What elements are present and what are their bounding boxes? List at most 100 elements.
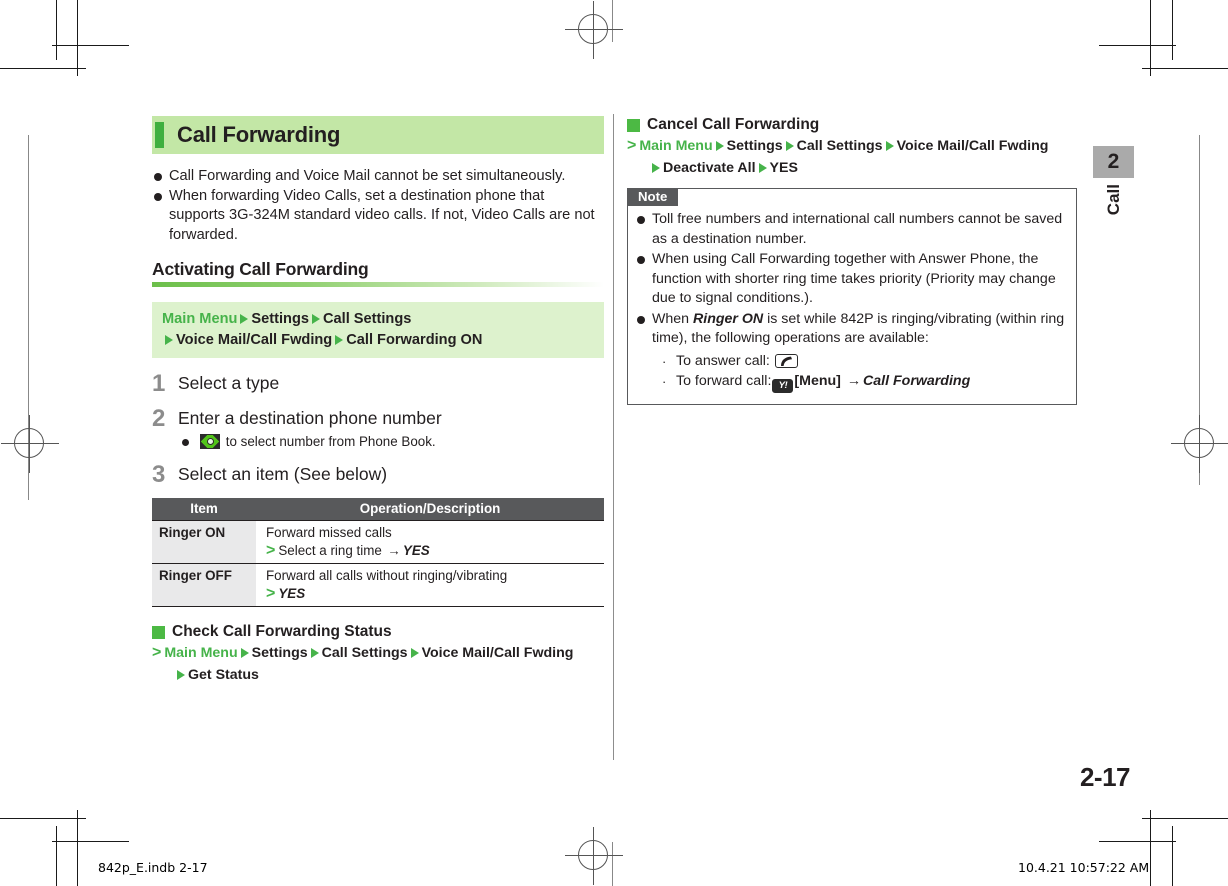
intro-bullet-text: When forwarding Video Calls, set a desti…	[169, 187, 595, 243]
green-square-icon	[627, 118, 640, 132]
arrow-right-icon: →	[846, 373, 862, 389]
step-3: 3 Select an item (See below)	[152, 461, 604, 488]
step-1: 1 Select a type	[152, 370, 604, 397]
bullet-dot-icon	[154, 192, 162, 201]
list-item: When Ringer ON is set while 842P is ring…	[636, 310, 1066, 393]
list-item: · To answer call:	[660, 352, 1056, 372]
bullet-dot-icon	[637, 315, 645, 324]
section-heading-rule	[152, 282, 604, 287]
section-heading: Activating Call Forwarding	[152, 259, 369, 279]
nav-path-step: Call Settings	[322, 311, 412, 327]
arrow-right-icon: →	[387, 542, 401, 558]
chevron-right-icon	[652, 163, 660, 173]
subitem-label: To answer call:	[676, 352, 770, 369]
chevron-right-icon	[785, 141, 794, 151]
chevron-right-icon	[311, 314, 320, 324]
check-status-heading: Check Call Forwarding Status	[152, 623, 604, 641]
gt-marker-icon: >	[627, 137, 637, 154]
note-box: Note Toll free numbers and international…	[627, 188, 1077, 405]
list-item: Toll free numbers and international call…	[636, 210, 1066, 249]
nav-path-step: Voice Mail/Call Fwding	[176, 331, 333, 348]
list-item: When using Call Forwarding together with…	[636, 250, 1066, 309]
step-title: Enter a destination phone number	[178, 408, 442, 428]
left-column: Call Forwarding Call Forwarding and Voic…	[152, 116, 604, 686]
page-number: 2-17	[1079, 762, 1131, 792]
page-title-bar: Call Forwarding	[152, 116, 604, 154]
step-number: 3	[152, 461, 166, 488]
bullet-dot-icon	[637, 256, 645, 264]
middot-icon: ·	[662, 374, 667, 389]
description-line1: Forward missed calls	[266, 525, 392, 540]
yahoo-menu-key-icon: Y!	[772, 379, 794, 393]
steps-list: 1 Select a type 2 Enter a destination ph…	[152, 370, 604, 488]
note-subitem-list: · To answer call: · To forward call: Y! [M…	[652, 352, 1066, 393]
chevron-right-icon	[165, 334, 173, 345]
gt-marker-icon: >	[266, 541, 276, 559]
path-step: Call Settings	[796, 138, 883, 154]
step-title: Select a type	[178, 373, 280, 393]
column-header-item: Item	[152, 498, 256, 521]
table-cell-item: Ringer ON	[152, 520, 256, 564]
bullet-dot-icon	[637, 216, 645, 224]
note-text-emphasis: Ringer ON	[693, 310, 764, 327]
step-2: 2 Enter a destination phone number to se…	[152, 407, 604, 451]
green-square-icon	[152, 625, 165, 639]
step-number: 2	[152, 405, 166, 432]
cancel-path-cont: Deactivate All YES	[627, 158, 1077, 179]
bullet-dot-icon	[154, 173, 162, 181]
note-text-prefix: When	[652, 310, 694, 327]
step-number: 1	[152, 370, 166, 397]
path-step: Deactivate All	[663, 160, 756, 176]
check-status-path-cont: Get Status	[152, 665, 604, 686]
note-text: Toll free numbers and international call…	[652, 211, 1063, 247]
cancel-heading-text: Cancel Call Forwarding	[647, 116, 820, 133]
navigation-key-icon	[200, 434, 220, 449]
subitem-bracket: [Menu]	[794, 373, 841, 389]
chapter-number-tab: 2	[1093, 146, 1134, 178]
path-step: Settings	[251, 645, 308, 661]
middot-icon: ·	[662, 353, 667, 369]
path-root: Main Menu	[639, 138, 713, 154]
note-label: Note	[627, 188, 679, 206]
path-step: Voice Mail/Call Fwding	[896, 138, 1049, 154]
chevron-right-icon	[410, 648, 419, 658]
nav-path-step: Call Forwarding ON	[346, 331, 483, 348]
description-value: YES	[278, 585, 306, 601]
column-divider	[613, 114, 614, 760]
check-status-heading-text: Check Call Forwarding Status	[172, 623, 392, 640]
path-step: Voice Mail/Call Fwding	[421, 645, 574, 661]
intro-bullet-list: Call Forwarding and Voice Mail cannot be…	[152, 167, 604, 245]
navigation-path-box: Main Menu Settings Call Settings Voice Mai…	[152, 302, 604, 358]
table-header-row: Item Operation/Description	[152, 498, 604, 521]
list-item: Call Forwarding and Voice Mail cannot be…	[152, 167, 604, 187]
check-status-path: > Main Menu Settings Call Settings Voice Mai…	[152, 642, 604, 664]
path-step: Get Status	[188, 667, 259, 683]
gt-marker-icon: >	[266, 584, 276, 602]
table-cell-description: Forward all calls without ringing/vibrat…	[256, 563, 604, 607]
table-row: Ringer OFF Forward all calls without rin…	[152, 563, 604, 607]
chevron-right-icon	[715, 141, 724, 151]
note-text: When using Call Forwarding together with…	[652, 251, 1056, 306]
call-key-icon	[774, 353, 798, 368]
phone-handset-glyph	[780, 356, 792, 366]
gt-marker-icon: >	[152, 644, 162, 661]
chevron-right-icon	[335, 334, 344, 345]
description-action: Select a ring time	[278, 542, 382, 558]
subitem-target: Call Forwarding	[863, 373, 971, 389]
chevron-right-icon	[885, 141, 894, 151]
list-item: When forwarding Video Calls, set a desti…	[152, 187, 604, 246]
description-line1: Forward all calls without ringing/vibrat…	[266, 568, 508, 583]
nav-path-root: Main Menu	[162, 311, 238, 327]
subitem-label: To forward call:	[676, 373, 772, 389]
footer-timestamp: 10.4.21 10:57:22 AM	[1018, 860, 1150, 875]
table-row: Ringer ON Forward missed calls > Select a…	[152, 520, 604, 564]
list-item: · To forward call: Y! [Menu] → Call Forward…	[660, 372, 1056, 393]
chevron-right-icon	[240, 648, 249, 658]
chapter-label: Call	[1093, 184, 1134, 220]
cancel-path: > Main Menu Settings Call Settings Voice Mai…	[627, 135, 1077, 157]
step-title: Select an item (See below)	[178, 464, 388, 484]
path-step: Call Settings	[321, 645, 408, 661]
chevron-right-icon	[177, 670, 185, 680]
note-list: Toll free numbers and international call…	[628, 210, 1076, 393]
step-sub-text: to select number from Phone Book.	[225, 434, 436, 449]
